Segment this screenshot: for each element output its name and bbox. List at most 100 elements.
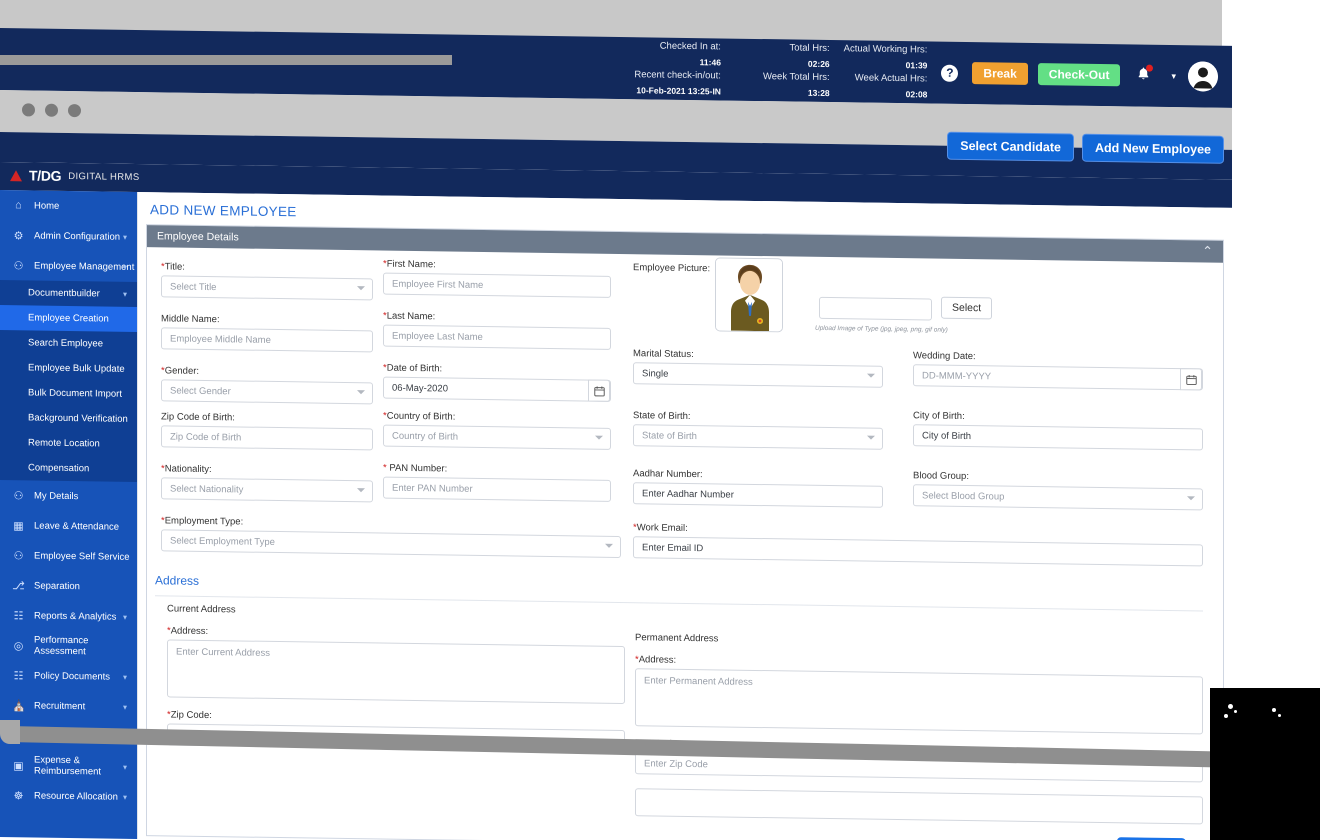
- gender-select[interactable]: Select Gender: [161, 379, 373, 404]
- avatar[interactable]: [1188, 61, 1218, 91]
- person-icon: ⚇: [12, 489, 25, 502]
- window-dot-3[interactable]: [68, 104, 81, 117]
- wedding-date-label: Wedding Date:: [913, 350, 1203, 365]
- date-of-birth-input[interactable]: 06-May-2020: [383, 377, 611, 402]
- chevron-down-icon[interactable]: ▾: [1171, 70, 1176, 81]
- home-icon: ⌂: [12, 199, 25, 211]
- user-icon: [1188, 61, 1218, 91]
- sidebar-item-home[interactable]: ⌂Home: [0, 190, 137, 222]
- brand-name: T/DG: [29, 167, 61, 183]
- actual-hours-info: Actual Working Hrs: 01:39 Week Actual Hr…: [844, 42, 928, 101]
- employee-picture-preview[interactable]: [715, 257, 783, 332]
- gender-label: *Gender:: [161, 365, 373, 379]
- sidebar-employee-management-submenu: Documentbuilder▾Employee CreationSearch …: [0, 280, 137, 482]
- report-icon: ☷: [12, 609, 25, 622]
- sidebar-item-performance-assessment[interactable]: ◎Performance Assessment: [0, 630, 137, 662]
- sidebar-item-employee-management[interactable]: ⚇Employee Management▾: [0, 250, 137, 282]
- chevron-down-icon[interactable]: ▾: [123, 792, 127, 801]
- chevron-up-icon[interactable]: ⌃: [1202, 243, 1213, 259]
- calendar-glyph: [594, 385, 605, 396]
- total-hrs-label: Total Hrs:: [763, 41, 830, 55]
- picture-file-input[interactable]: [819, 297, 932, 321]
- total-hrs-value: 02:26: [808, 59, 830, 69]
- sidebar-item-employee-creation[interactable]: Employee Creation: [0, 305, 137, 332]
- break-button[interactable]: Break: [972, 62, 1027, 85]
- window-dot-2[interactable]: [45, 104, 58, 117]
- help-icon[interactable]: ?: [941, 64, 958, 81]
- sidebar-item-bulk-document-import[interactable]: Bulk Document Import: [0, 380, 137, 407]
- employee-picture-label: Employee Picture:: [633, 262, 710, 274]
- window-dot-1[interactable]: [22, 103, 35, 116]
- pan-number-input[interactable]: Enter PAN Number: [383, 477, 611, 502]
- country-of-birth-select[interactable]: Country of Birth: [383, 425, 611, 450]
- work-email-input[interactable]: Enter Email ID: [633, 536, 1203, 566]
- picture-select-button[interactable]: Select: [941, 297, 992, 320]
- sidebar-item-admin-configuration[interactable]: ⚙Admin Configuration▾: [0, 220, 137, 252]
- sidebar-item-resource-allocation[interactable]: ☸Resource Allocation▾: [0, 780, 137, 812]
- aadhar-number-label: Aadhar Number:: [633, 468, 883, 483]
- permanent-address-textarea[interactable]: Enter Permanent Address: [635, 668, 1203, 734]
- last-name-input[interactable]: Employee Last Name: [383, 325, 611, 350]
- add-new-employee-button[interactable]: Add New Employee: [1082, 134, 1224, 164]
- sidebar-item-search-employee[interactable]: Search Employee: [0, 330, 137, 357]
- chevron-down-icon[interactable]: ▾: [123, 290, 127, 299]
- sidebar-item-reports-analytics[interactable]: ☷ Reports & Analytics ▾: [0, 600, 137, 632]
- sidebar-item-policy-documents[interactable]: ☷Policy Documents▾: [0, 660, 137, 692]
- sidebar-item-expense-reimbursement[interactable]: ▣Expense & Reimbursement▾: [0, 750, 137, 782]
- check-out-button[interactable]: Check-Out: [1038, 63, 1121, 86]
- sidebar-item-employee-bulk-update[interactable]: Employee Bulk Update: [0, 355, 137, 382]
- sidebar-item-recruitment[interactable]: ⛪Recruitment▾: [0, 690, 137, 722]
- week-total-hrs-label: Week Total Hrs:: [763, 70, 830, 84]
- nationality-select[interactable]: Select Nationality: [161, 477, 373, 502]
- avatar-silhouette: [1188, 61, 1218, 91]
- caret-down-icon: [357, 488, 365, 492]
- aadhar-number-input[interactable]: Enter Aadhar Number: [633, 482, 883, 508]
- window-controls[interactable]: [22, 103, 81, 117]
- extra-field-input[interactable]: [635, 788, 1203, 824]
- blood-group-select[interactable]: Select Blood Group: [913, 484, 1203, 510]
- sidebar-item-remote-location[interactable]: Remote Location: [0, 430, 137, 457]
- sidebar-item-background-verification[interactable]: Background Verification: [0, 405, 137, 432]
- card-header-title: Employee Details: [157, 230, 239, 243]
- employment-type-select[interactable]: Select Employment Type: [161, 529, 621, 558]
- wedding-date-input[interactable]: DD-MMM-YYYY: [913, 364, 1203, 390]
- title-select[interactable]: Select Title: [161, 275, 373, 300]
- action-buttons: Select Candidate Add New Employee: [947, 132, 1224, 164]
- sidebar-item-my-details[interactable]: ⚇My Details: [0, 480, 137, 512]
- chevron-down-icon[interactable]: ▾: [123, 262, 127, 271]
- chevron-down-icon[interactable]: ▾: [123, 232, 127, 241]
- first-name-input[interactable]: Employee First Name: [383, 273, 611, 298]
- permanent-zip-placeholder: Enter Zip Code: [644, 758, 708, 770]
- nationality-select-value: Select Nationality: [170, 483, 243, 495]
- marital-status-select[interactable]: Single: [633, 362, 883, 388]
- chevron-down-icon[interactable]: ▾: [123, 612, 127, 621]
- calendar-icon[interactable]: [588, 380, 610, 402]
- calendar-icon[interactable]: [1180, 368, 1202, 390]
- people-icon: ⚇: [12, 259, 25, 272]
- aadhar-number-placeholder: Enter Aadhar Number: [642, 488, 734, 500]
- chevron-down-icon[interactable]: ▾: [123, 762, 127, 771]
- sidebar-subitem-label: Compensation: [28, 462, 89, 474]
- state-of-birth-select[interactable]: State of Birth: [633, 424, 883, 450]
- chevron-down-icon[interactable]: ▾: [123, 672, 127, 681]
- sidebar-item-label: Reports & Analytics: [34, 610, 116, 622]
- sidebar-item-employee-self-service[interactable]: ⚇Employee Self Service: [0, 540, 137, 572]
- middle-name-input[interactable]: Employee Middle Name: [161, 327, 373, 352]
- screenshot-root: Checked In at: 11:46 Recent check-in/out…: [0, 0, 1320, 840]
- target-icon: ◎: [12, 639, 25, 652]
- current-address-textarea[interactable]: Enter Current Address: [167, 639, 625, 704]
- sidebar-item-separation[interactable]: ⎇Separation: [0, 570, 137, 602]
- city-of-birth-input[interactable]: City of Birth: [913, 424, 1203, 450]
- select-candidate-button[interactable]: Select Candidate: [947, 132, 1074, 162]
- zip-of-birth-input[interactable]: Zip Code of Birth: [161, 425, 373, 450]
- sidebar-item-leave-attendance[interactable]: ▦Leave & Attendance: [0, 510, 137, 542]
- chevron-down-icon[interactable]: ▾: [123, 702, 127, 711]
- sidebar-item-compensation[interactable]: Compensation: [0, 455, 137, 482]
- logo[interactable]: T/DG DIGITAL HRMS: [10, 167, 140, 185]
- zip-of-birth-placeholder: Zip Code of Birth: [170, 431, 241, 443]
- notification-bell[interactable]: [1136, 65, 1151, 86]
- sidebar-item-documentbuilder[interactable]: Documentbuilder▾: [0, 280, 137, 307]
- middle-name-label: Middle Name:: [161, 313, 373, 327]
- caret-down-icon: [867, 436, 875, 440]
- gear-icon: ⚙: [12, 229, 25, 242]
